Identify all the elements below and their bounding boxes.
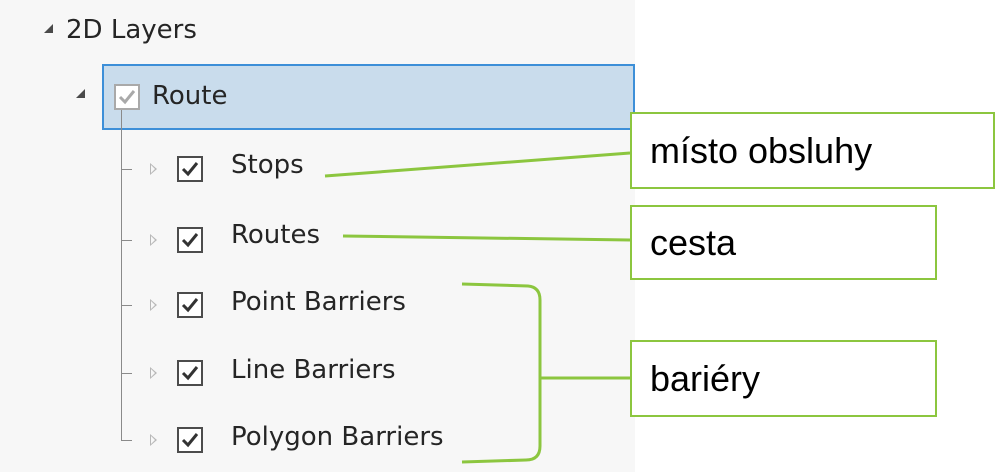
callout-stops: místo obsluhy: [630, 112, 995, 189]
screenshot-stage: 2D Layers Route Stops Routes Point Barri…: [0, 0, 995, 472]
callout-barriers: bariéry: [630, 340, 937, 417]
callout-routes: cesta: [630, 205, 937, 280]
